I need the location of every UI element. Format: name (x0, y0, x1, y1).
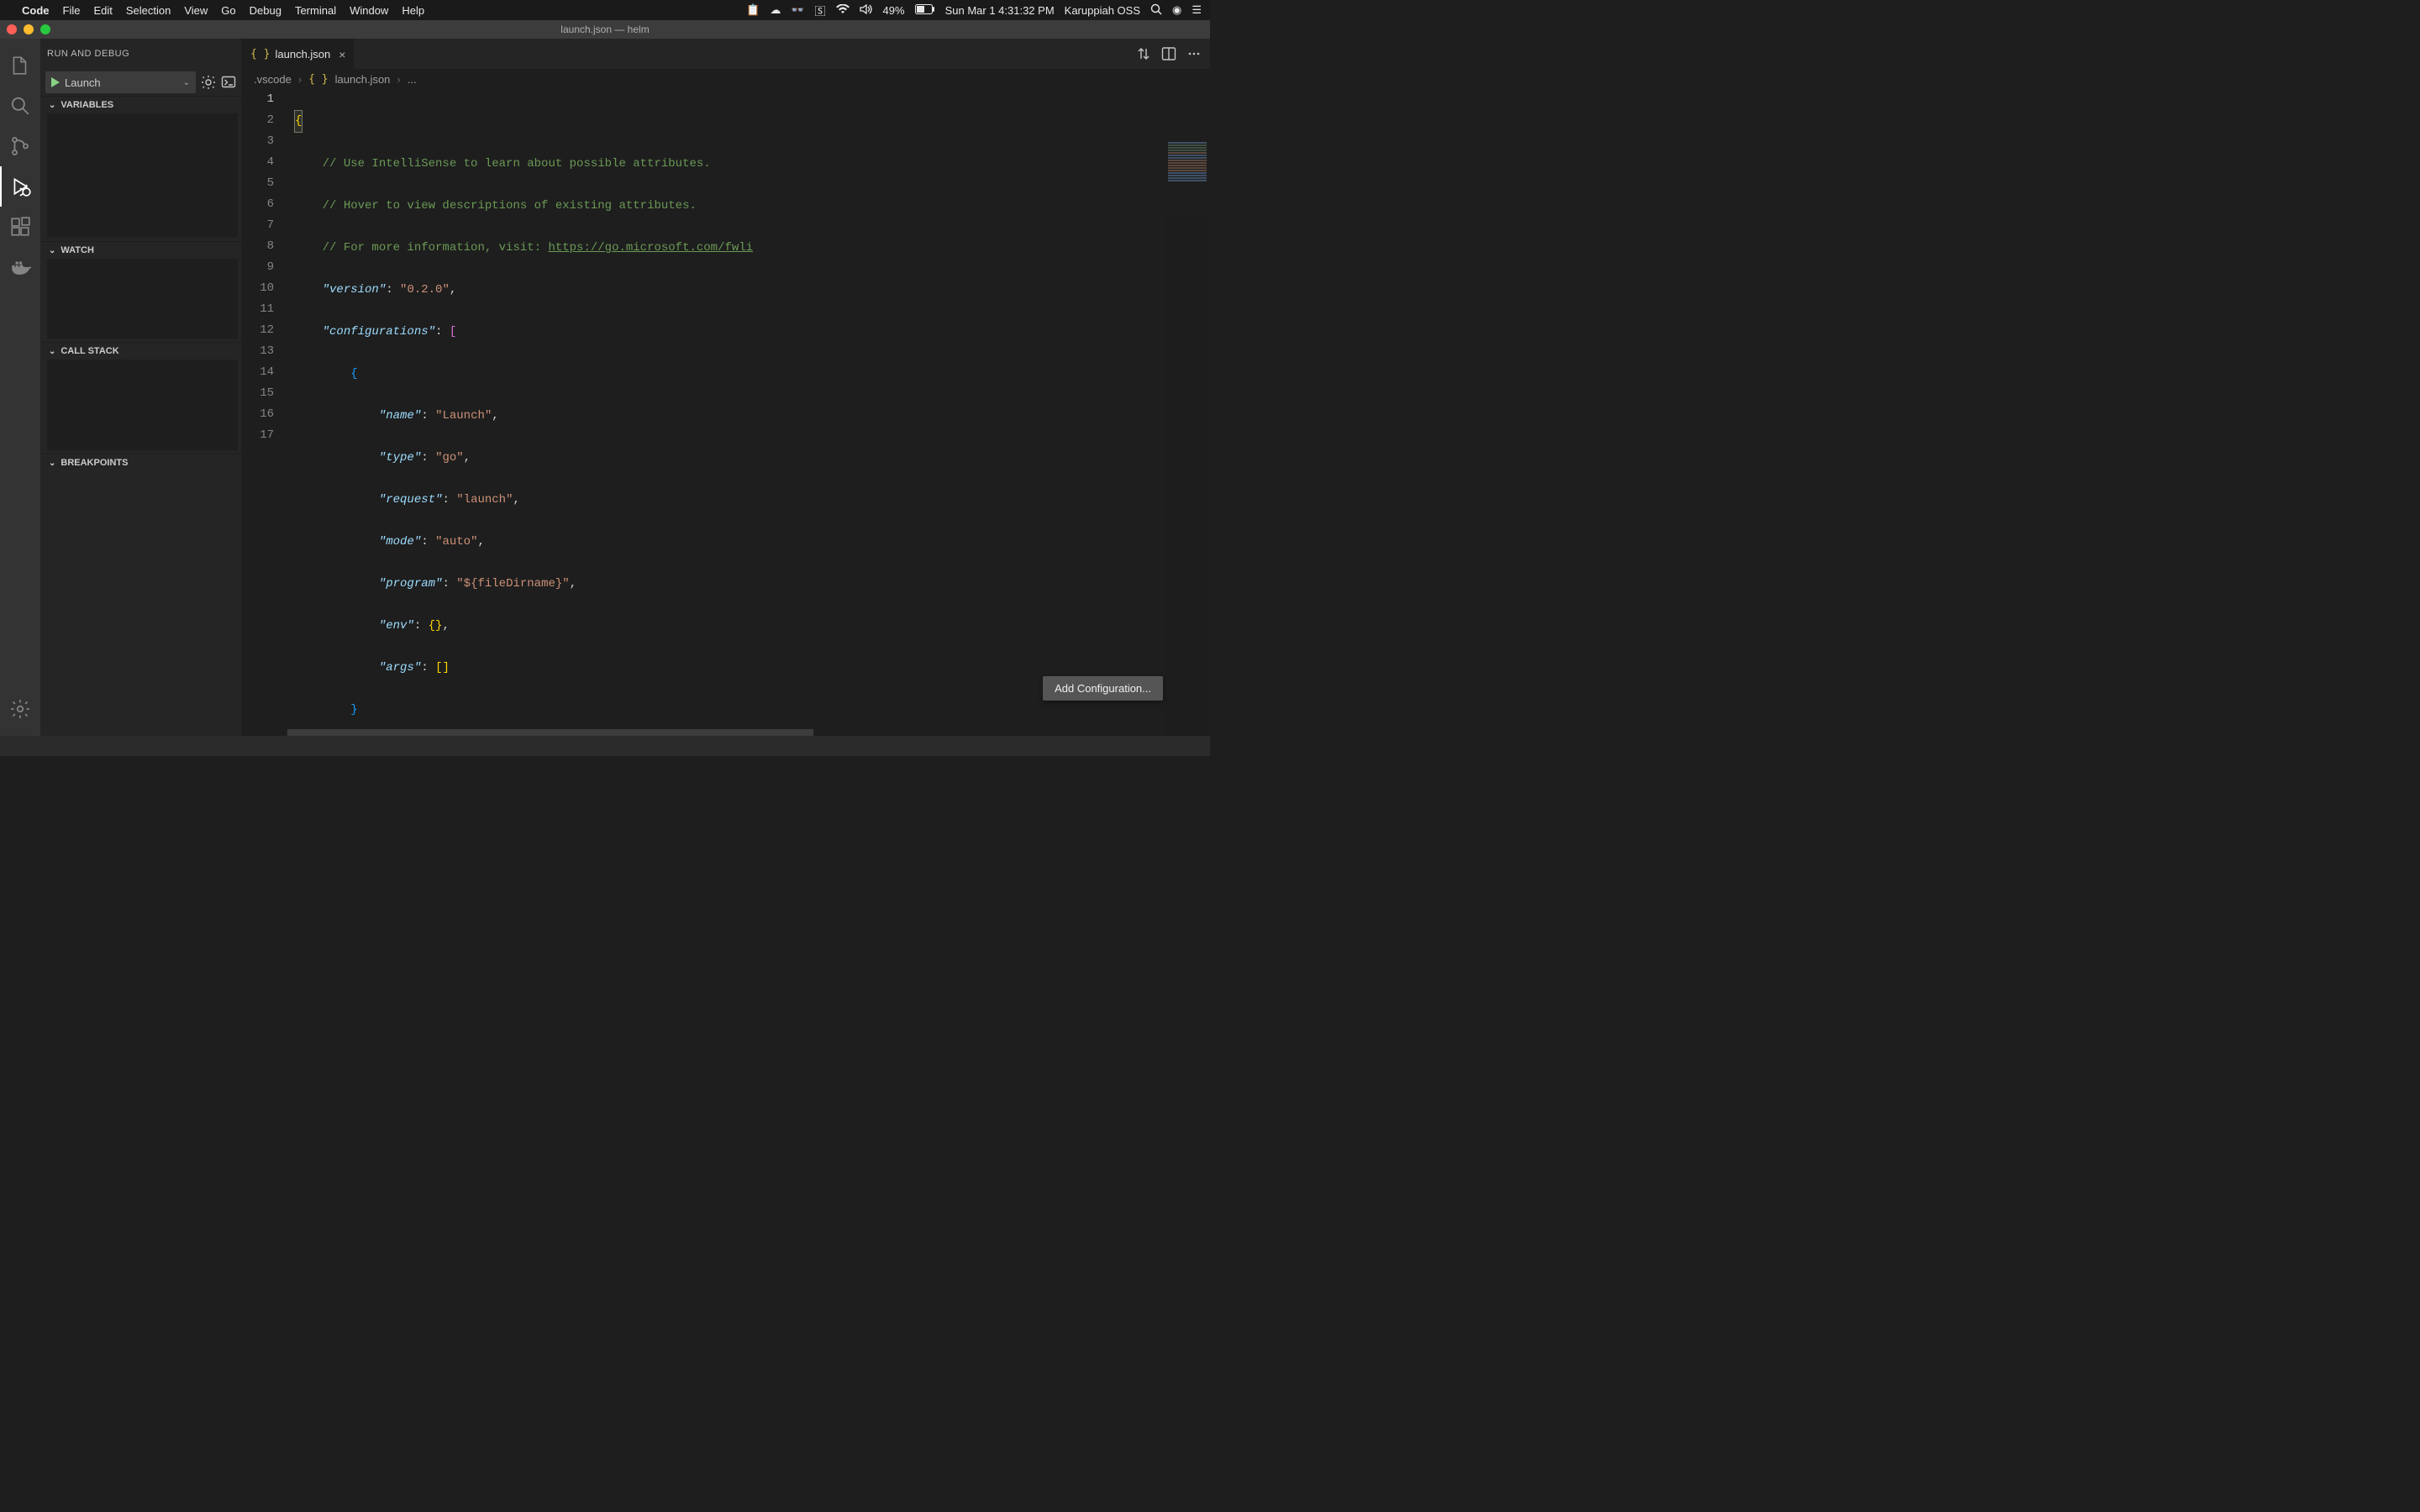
menu-edit[interactable]: Edit (93, 4, 112, 17)
activity-bar (0, 39, 40, 736)
explorer-icon[interactable] (0, 45, 40, 86)
breakpoints-label: BREAKPOINTS (60, 458, 128, 468)
breadcrumb[interactable]: .vscode › { } launch.json › ... (242, 69, 1210, 89)
breadcrumb-tail[interactable]: ... (408, 73, 417, 86)
docker-icon[interactable] (0, 247, 40, 287)
code-editor[interactable]: 1234567891011121314151617 { // Use Intel… (242, 89, 1210, 736)
spotlight-icon[interactable] (1150, 3, 1162, 18)
code-content[interactable]: { // Use IntelliSense to learn about pos… (287, 89, 1210, 736)
callstack-panel-header[interactable]: ⌄ CALL STACK (40, 343, 241, 360)
callstack-panel-body (47, 360, 238, 450)
chevron-down-icon[interactable]: ⌄ (183, 78, 190, 87)
wifi-icon[interactable] (836, 4, 850, 17)
add-configuration-button[interactable]: Add Configuration... (1043, 676, 1163, 701)
tray-icon[interactable]: 🅂 (815, 3, 826, 18)
watch-panel-body (47, 259, 238, 339)
extensions-icon[interactable] (0, 207, 40, 247)
close-window-button[interactable] (7, 24, 17, 34)
battery-percent: 49% (883, 4, 905, 17)
debug-console-icon[interactable] (221, 75, 236, 90)
status-bar (0, 736, 1210, 756)
chevron-down-icon: ⌄ (49, 101, 55, 110)
chevron-down-icon: ⌄ (49, 459, 55, 468)
breadcrumb-file[interactable]: launch.json (335, 73, 391, 86)
tray-icon[interactable]: 👓 (791, 3, 804, 17)
volume-icon[interactable] (860, 4, 873, 17)
username[interactable]: Karuppiah OSS (1065, 4, 1140, 17)
menu-debug[interactable]: Debug (250, 4, 281, 17)
search-icon[interactable] (0, 86, 40, 126)
menu-selection[interactable]: Selection (126, 4, 171, 17)
menu-window[interactable]: Window (350, 4, 388, 17)
minimize-window-button[interactable] (24, 24, 34, 34)
editor-tabs: { } launch.json × (242, 39, 1210, 69)
variables-label: VARIABLES (60, 100, 113, 110)
battery-icon[interactable] (915, 4, 935, 17)
debug-config-selector[interactable]: Launch ⌄ (45, 71, 196, 93)
traffic-lights (7, 24, 50, 34)
start-debug-icon[interactable] (51, 77, 60, 87)
watch-panel-header[interactable]: ⌄ WATCH (40, 242, 241, 259)
run-debug-icon[interactable] (0, 166, 40, 207)
breakpoints-panel-header[interactable]: ⌄ BREAKPOINTS (40, 454, 241, 471)
siri-icon[interactable]: ◉ (1172, 3, 1181, 17)
menu-go[interactable]: Go (221, 4, 235, 17)
macos-menubar: Code File Edit Selection View Go Debug T… (0, 0, 1210, 20)
app-menu[interactable]: Code (22, 4, 50, 17)
window-titlebar: launch.json — helm (0, 20, 1210, 39)
editor-region: { } launch.json × .vscode › { } launch.j… (242, 39, 1210, 736)
tray-icon[interactable]: 📋 (746, 3, 760, 17)
more-actions-icon[interactable] (1186, 46, 1202, 61)
variables-panel-body (47, 113, 238, 238)
chevron-down-icon: ⌄ (49, 246, 55, 255)
breadcrumb-folder[interactable]: .vscode (254, 73, 292, 86)
datetime[interactable]: Sun Mar 1 4:31:32 PM (945, 4, 1055, 17)
variables-panel-header[interactable]: ⌄ VARIABLES (40, 97, 241, 113)
callstack-label: CALL STACK (60, 346, 118, 356)
menu-file[interactable]: File (63, 4, 81, 17)
selected-config-label: Launch (65, 76, 101, 89)
compare-changes-icon[interactable] (1136, 46, 1151, 61)
chevron-down-icon: ⌄ (49, 347, 55, 356)
menu-view[interactable]: View (184, 4, 208, 17)
source-control-icon[interactable] (0, 126, 40, 166)
tray-icon[interactable]: ☁ (770, 3, 781, 17)
split-editor-icon[interactable] (1161, 46, 1176, 61)
open-launch-json-icon[interactable] (201, 75, 216, 90)
tab-launch-json[interactable]: { } launch.json × (242, 39, 355, 69)
close-tab-icon[interactable]: × (339, 48, 345, 61)
line-number-gutter: 1234567891011121314151617 (242, 89, 287, 736)
menu-terminal[interactable]: Terminal (295, 4, 336, 17)
debug-sidebar: RUN AND DEBUG Launch ⌄ ⌄ VARIABLES (40, 39, 242, 736)
settings-gear-icon[interactable] (0, 689, 40, 729)
horizontal-scrollbar[interactable] (287, 729, 1165, 736)
minimap[interactable] (1165, 141, 1210, 736)
chevron-right-icon: › (397, 73, 400, 86)
chevron-right-icon: › (298, 73, 302, 86)
tab-label: launch.json (275, 48, 330, 60)
sidebar-title: RUN AND DEBUG (47, 49, 129, 59)
menu-help[interactable]: Help (402, 4, 424, 17)
menu-icon[interactable]: ☰ (1192, 3, 1202, 17)
maximize-window-button[interactable] (40, 24, 50, 34)
json-file-icon: { } (250, 48, 270, 60)
window-title: launch.json — helm (560, 24, 649, 35)
json-file-icon: { } (308, 73, 328, 86)
watch-label: WATCH (60, 245, 94, 255)
